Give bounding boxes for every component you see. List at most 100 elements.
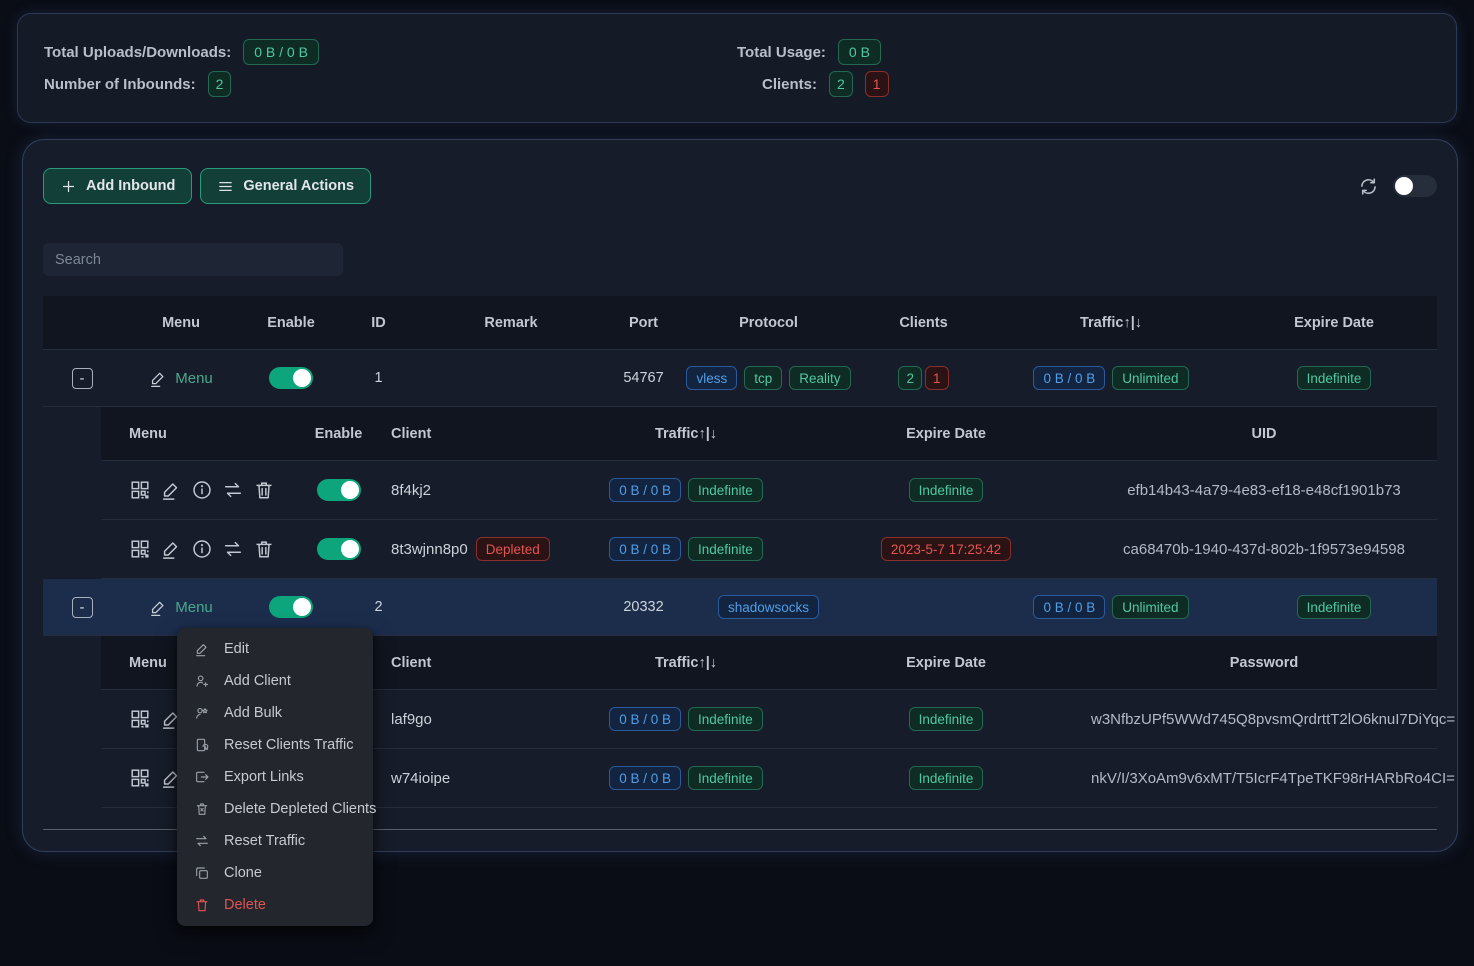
edit-icon[interactable] xyxy=(160,538,182,560)
enable-toggle[interactable] xyxy=(269,367,313,389)
qr-code-icon[interactable] xyxy=(129,538,151,560)
header-traffic-sort[interactable]: Traffic↑|↓ xyxy=(571,636,801,689)
network-badge: tcp xyxy=(744,366,782,390)
header-uid: UID xyxy=(1091,407,1437,460)
menu-item-delete[interactable]: Delete xyxy=(177,889,373,921)
menu-item-label: Reset Traffic xyxy=(224,833,305,849)
menu-item-add-client[interactable]: Add Client xyxy=(177,665,373,697)
general-actions-button[interactable]: General Actions xyxy=(200,168,371,204)
plus-icon xyxy=(60,178,77,195)
inbound-context-menu: Edit Add Client Add Bulk Reset Clients T… xyxy=(177,628,373,926)
quota-badge: Indefinite xyxy=(688,537,763,561)
inbound-id: 2 xyxy=(341,579,416,635)
inbound-port: 54767 xyxy=(606,350,681,406)
toolbar: Add Inbound General Actions xyxy=(43,168,1437,204)
inbound-menu-button[interactable]: Menu xyxy=(149,598,213,617)
search-input[interactable] xyxy=(43,243,343,276)
inbounds-count-value: 2 xyxy=(208,71,232,97)
qr-code-icon[interactable] xyxy=(129,708,151,730)
client-row: 8f4kj2 0 B / 0 B Indefinite Indefinite e… xyxy=(101,461,1437,520)
qr-code-icon[interactable] xyxy=(129,767,151,789)
header-id: ID xyxy=(341,296,416,349)
menu-item-reset-clients-traffic[interactable]: Reset Clients Traffic xyxy=(177,729,373,761)
traffic-badge: 0 B / 0 B xyxy=(609,478,681,502)
client-name: 8t3wjnn8p0 xyxy=(391,541,468,558)
depleted-status-badge: Depleted xyxy=(476,537,550,561)
header-expand xyxy=(43,296,121,349)
menu-item-delete-depleted-clients[interactable]: Delete Depleted Clients xyxy=(177,793,373,825)
enable-toggle[interactable] xyxy=(269,596,313,618)
traffic-badge: 0 B / 0 B xyxy=(609,766,681,790)
collapse-row-button[interactable]: - xyxy=(72,368,93,389)
menu-item-export-links[interactable]: Export Links xyxy=(177,761,373,793)
menu-item-clone[interactable]: Clone xyxy=(177,857,373,889)
header-enable: Enable xyxy=(286,407,391,460)
menu-item-label: Export Links xyxy=(224,769,304,785)
client-name: w74ioipe xyxy=(391,770,450,787)
header-client: Client xyxy=(391,636,571,689)
refresh-icon[interactable] xyxy=(1358,176,1379,197)
inbound-menu-button[interactable]: Menu xyxy=(149,369,213,388)
menu-item-reset-traffic[interactable]: Reset Traffic xyxy=(177,825,373,857)
header-menu: Menu xyxy=(121,296,241,349)
header-clients: Clients xyxy=(856,296,991,349)
client-password: w3NfbzUPf5WWd745Q8pvsmQrdrttT2lO6knuI7Di… xyxy=(1091,711,1455,728)
clients-count-label: Clients: xyxy=(737,76,817,93)
add-inbound-label: Add Inbound xyxy=(86,178,175,194)
header-traffic-sort[interactable]: Traffic↑|↓ xyxy=(991,296,1231,349)
trash-icon[interactable] xyxy=(253,538,275,560)
quota-badge: Unlimited xyxy=(1112,595,1188,619)
menu-item-add-bulk[interactable]: Add Bulk xyxy=(177,697,373,729)
clone-icon xyxy=(194,865,210,881)
header-protocol: Protocol xyxy=(681,296,856,349)
traffic-badge: 0 B / 0 B xyxy=(1033,595,1105,619)
header-port: Port xyxy=(606,296,681,349)
collapse-row-button[interactable]: - xyxy=(72,597,93,618)
dark-mode-toggle[interactable] xyxy=(1393,175,1437,197)
quota-badge: Unlimited xyxy=(1112,366,1188,390)
total-uploads-value: 0 B / 0 B xyxy=(243,39,319,65)
info-icon[interactable] xyxy=(191,538,213,560)
client-uid: efb14b43-4a79-4e83-ef18-e48cf1901b73 xyxy=(1127,482,1401,499)
trash-icon[interactable] xyxy=(253,479,275,501)
delete-depleted-clients-icon xyxy=(194,801,210,817)
info-icon[interactable] xyxy=(191,479,213,501)
header-password: Password xyxy=(1091,636,1437,689)
menu-item-edit[interactable]: Edit xyxy=(177,633,373,665)
header-traffic-sort[interactable]: Traffic↑|↓ xyxy=(571,407,801,460)
inbounds-table: Menu Enable ID Remark Port Protocol Clie… xyxy=(43,296,1437,830)
inbound-id: 1 xyxy=(341,350,416,406)
inbound-remark xyxy=(416,350,606,406)
edit-icon xyxy=(149,369,168,388)
client-table-1-header: Menu Enable Client Traffic↑|↓ Expire Dat… xyxy=(101,407,1437,461)
header-client: Client xyxy=(391,407,571,460)
menu-item-label: Edit xyxy=(224,641,249,657)
qr-code-icon[interactable] xyxy=(129,479,151,501)
edit-icon xyxy=(194,641,210,657)
clients-depleted-badge: 1 xyxy=(865,71,889,97)
inbound-port: 20332 xyxy=(606,579,681,635)
client-password: nkV/I/3XoAm9v6xMT/T5IcrF4TpeTKF98rHARbRo… xyxy=(1091,770,1455,787)
edit-icon[interactable] xyxy=(160,479,182,501)
menu-item-label: Add Client xyxy=(224,673,291,689)
client-name: 8f4kj2 xyxy=(391,482,431,499)
client-name: laf9go xyxy=(391,711,432,728)
clients-depleted-badge: 1 xyxy=(925,366,949,390)
inbound-menu-label: Menu xyxy=(175,599,213,616)
reset-traffic-icon xyxy=(194,833,210,849)
enable-toggle[interactable] xyxy=(317,538,361,560)
menu-lines-icon xyxy=(217,178,234,195)
quota-badge: Indefinite xyxy=(688,766,763,790)
stats-card: Total Uploads/Downloads: 0 B / 0 B Numbe… xyxy=(17,13,1457,123)
reset-clients-traffic-icon xyxy=(194,737,210,753)
client-uid: ca68470b-1940-437d-802b-1f9573e94598 xyxy=(1123,541,1405,558)
inbound-row-1: - Menu 1 54767 vless tcp Reality xyxy=(43,350,1437,407)
reset-traffic-icon[interactable] xyxy=(222,479,244,501)
inbound-menu-label: Menu xyxy=(175,370,213,387)
security-badge: Reality xyxy=(789,366,850,390)
reset-traffic-icon[interactable] xyxy=(222,538,244,560)
protocol-badge: vless xyxy=(686,366,737,390)
enable-toggle[interactable] xyxy=(317,479,361,501)
inbounds-count-label: Number of Inbounds: xyxy=(44,76,196,93)
add-inbound-button[interactable]: Add Inbound xyxy=(43,168,192,204)
